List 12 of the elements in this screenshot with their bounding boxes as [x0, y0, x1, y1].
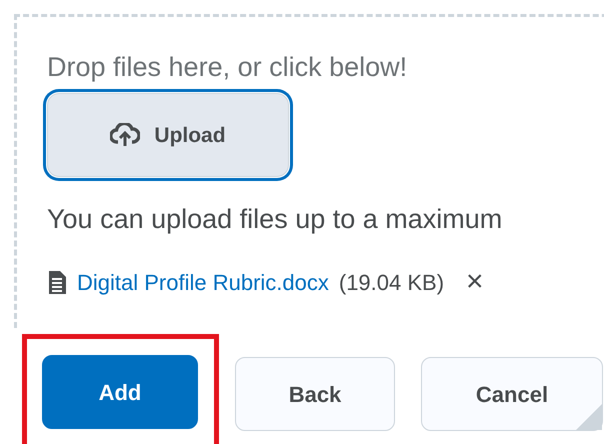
remove-file-button[interactable]: × — [462, 267, 488, 298]
upload-limit-note: You can upload files up to a maximum — [47, 203, 504, 236]
file-size: (19.04 KB) — [338, 268, 444, 297]
resize-grip-icon[interactable] — [576, 404, 602, 430]
document-icon — [47, 270, 67, 295]
cloud-upload-icon — [110, 123, 140, 148]
action-button[interactable]: Back — [235, 357, 395, 431]
drop-prompt: Drop files here, or click below! — [47, 51, 408, 84]
drop-zone[interactable]: Drop files here, or click below! Upload You can upload files up to a maximum Digital Profile Rubric.docx (19.04 KB) × — [14, 14, 604, 328]
file-link[interactable]: Digital Profile Rubric.docx — [77, 266, 329, 299]
cancel-button[interactable]: Cancel — [421, 357, 603, 431]
action-button[interactable]: Add — [42, 355, 198, 429]
